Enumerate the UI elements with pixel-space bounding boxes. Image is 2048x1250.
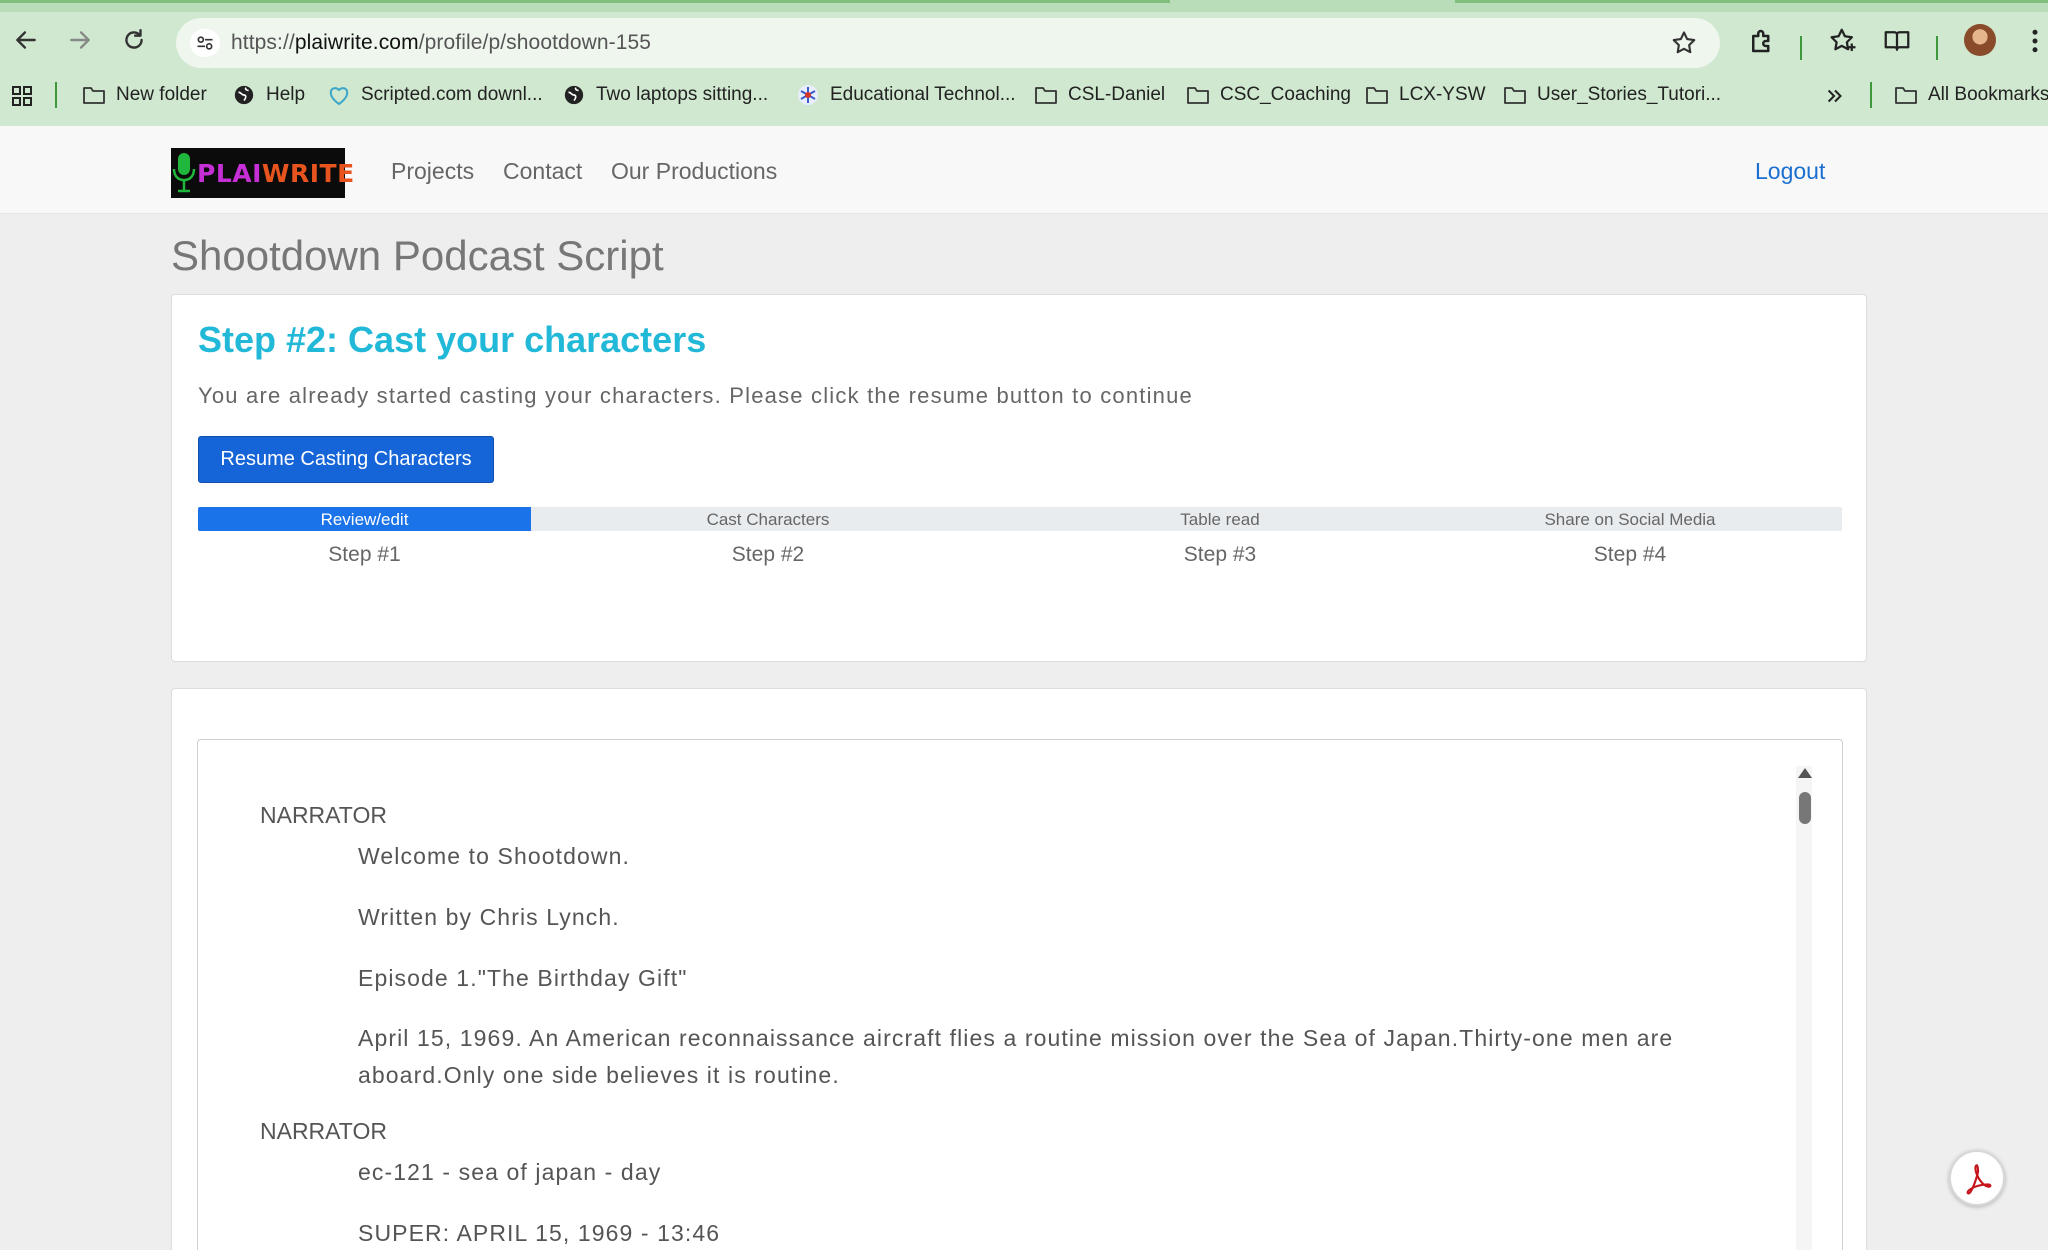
- snowflake-icon: [796, 83, 820, 107]
- steps-progress-bar: Review/edit Cast Characters Table read S…: [198, 507, 1842, 531]
- bookmarks-divider: [55, 82, 57, 108]
- script-line: Written by Chris Lynch.: [358, 904, 620, 930]
- page-title: Shootdown Podcast Script: [171, 232, 664, 279]
- folder-icon: [1894, 83, 1918, 107]
- forward-arrow-icon: [70, 31, 90, 49]
- back-arrow-icon: [16, 31, 36, 49]
- bookmarks-bar: New folder Help Scripted.com downl... Tw…: [0, 64, 2048, 126]
- microphone-icon: [171, 148, 197, 198]
- folder-icon: [1034, 83, 1058, 107]
- reload-icon: [125, 29, 143, 49]
- step-label-share-social: Share on Social Media: [1544, 510, 1716, 529]
- step-number-4: Step #4: [1593, 543, 1667, 566]
- bookmark-user-stories[interactable]: User_Stories_Tutori...: [1503, 82, 1721, 108]
- casting-step-panel: Step #2: Cast your characters You are al…: [171, 294, 1867, 662]
- script-panel: NARRATOR Welcome to Shootdown. Written by …: [171, 688, 1867, 1250]
- script-viewer[interactable]: NARRATOR Welcome to Shootdown. Written by …: [197, 739, 1843, 1250]
- address-bar[interactable]: https://plaiwrite.com/profile/p/shootdow…: [176, 18, 1720, 68]
- bookmark-new-folder[interactable]: New folder: [82, 82, 207, 108]
- script-line: ec-121 - sea of japan - day: [358, 1159, 662, 1185]
- tab-indicator: [1455, 0, 2048, 3]
- url-text[interactable]: https://plaiwrite.com/profile/p/shootdow…: [231, 31, 651, 55]
- nav-projects[interactable]: Projects: [391, 158, 474, 185]
- tab-strip: [0, 0, 2048, 12]
- nav-our-productions[interactable]: Our Productions: [611, 158, 777, 185]
- resume-casting-button[interactable]: Resume Casting Characters: [198, 436, 494, 483]
- reading-mode-icon[interactable]: [1882, 26, 1912, 56]
- browser-chrome: https://plaiwrite.com/profile/p/shootdow…: [0, 0, 2048, 126]
- scrollbar-thumb[interactable]: [1799, 792, 1811, 824]
- step-label-table-read: Table read: [1180, 510, 1260, 529]
- page: PLAIWRITE Projects Contact Our Productio…: [0, 126, 2048, 1250]
- bookmark-two-laptops[interactable]: Two laptops sitting...: [562, 82, 768, 108]
- bookmark-educational-technol[interactable]: Educational Technol...: [796, 82, 1016, 108]
- logout-link[interactable]: Logout: [1755, 158, 1825, 185]
- folder-icon: [1186, 83, 1210, 107]
- script-line: Welcome to Shootdown.: [358, 843, 630, 869]
- apps-grid-icon[interactable]: [10, 84, 34, 108]
- scripted-icon: [327, 83, 351, 107]
- browser-toolbar: https://plaiwrite.com/profile/p/shootdow…: [0, 12, 2048, 68]
- script-line: SUPER: APRIL 15, 1969 - 13:46: [358, 1220, 721, 1246]
- script-scrollbar[interactable]: [1796, 766, 1812, 1250]
- pdf-export-button[interactable]: [1949, 1150, 2005, 1206]
- folder-icon: [1365, 83, 1389, 107]
- step-number-2: Step #2: [731, 543, 805, 566]
- folder-icon: [82, 83, 106, 107]
- folder-icon: [1503, 83, 1527, 107]
- globe-icon: [232, 83, 256, 107]
- script-line: Episode 1."The Birthday Gift": [358, 965, 688, 991]
- toolbar-divider: [1800, 36, 1802, 60]
- forward-button[interactable]: [64, 24, 96, 56]
- extensions-icon[interactable]: [1747, 26, 1777, 56]
- step-description: You are already started casting your cha…: [198, 383, 1193, 408]
- site-info-icon[interactable]: [190, 29, 220, 57]
- all-bookmarks[interactable]: All Bookmarks: [1894, 82, 2048, 108]
- bookmark-star-icon[interactable]: [1670, 29, 1698, 57]
- profile-avatar[interactable]: [1964, 24, 1996, 56]
- step-number-3: Step #3: [1183, 543, 1257, 566]
- menu-dots-icon[interactable]: [2020, 26, 2048, 56]
- pdf-icon: [1966, 1164, 1992, 1195]
- bookmarks-divider: [1870, 82, 1872, 108]
- plaiwrite-logo[interactable]: PLAIWRITE: [171, 148, 354, 198]
- nav-contact[interactable]: Contact: [503, 158, 582, 185]
- step-heading: Step #2: Cast your characters: [198, 319, 707, 360]
- favorites-icon[interactable]: [1828, 26, 1858, 56]
- step-number-1: Step #1: [328, 543, 401, 566]
- globe-icon: [562, 83, 586, 107]
- toolbar-divider: [1936, 36, 1938, 60]
- back-button[interactable]: [10, 24, 42, 56]
- bookmark-lcx-ysw[interactable]: LCX-YSW: [1365, 82, 1486, 108]
- bookmark-scripted[interactable]: Scripted.com downl...: [327, 82, 543, 108]
- bookmark-csc-coaching[interactable]: CSC_Coaching: [1186, 82, 1351, 108]
- more-bookmarks-chevron-icon[interactable]: [1824, 85, 1846, 107]
- bookmark-csl-daniel[interactable]: CSL-Daniel: [1034, 82, 1165, 108]
- step-label-cast-characters: Cast Characters: [706, 510, 830, 529]
- active-tab-indicator: [0, 0, 1170, 3]
- bookmark-help[interactable]: Help: [232, 82, 305, 108]
- script-speaker: NARRATOR: [260, 802, 387, 828]
- reload-button[interactable]: [118, 24, 150, 56]
- scroll-up-arrow-icon[interactable]: [1798, 768, 1812, 778]
- step-label-review-edit: Review/edit: [320, 510, 409, 529]
- site-navbar: PLAIWRITE Projects Contact Our Productio…: [0, 126, 2048, 214]
- script-speaker: NARRATOR: [260, 1118, 387, 1144]
- script-line: April 15, 1969. An American reconnaissan…: [358, 1025, 1674, 1088]
